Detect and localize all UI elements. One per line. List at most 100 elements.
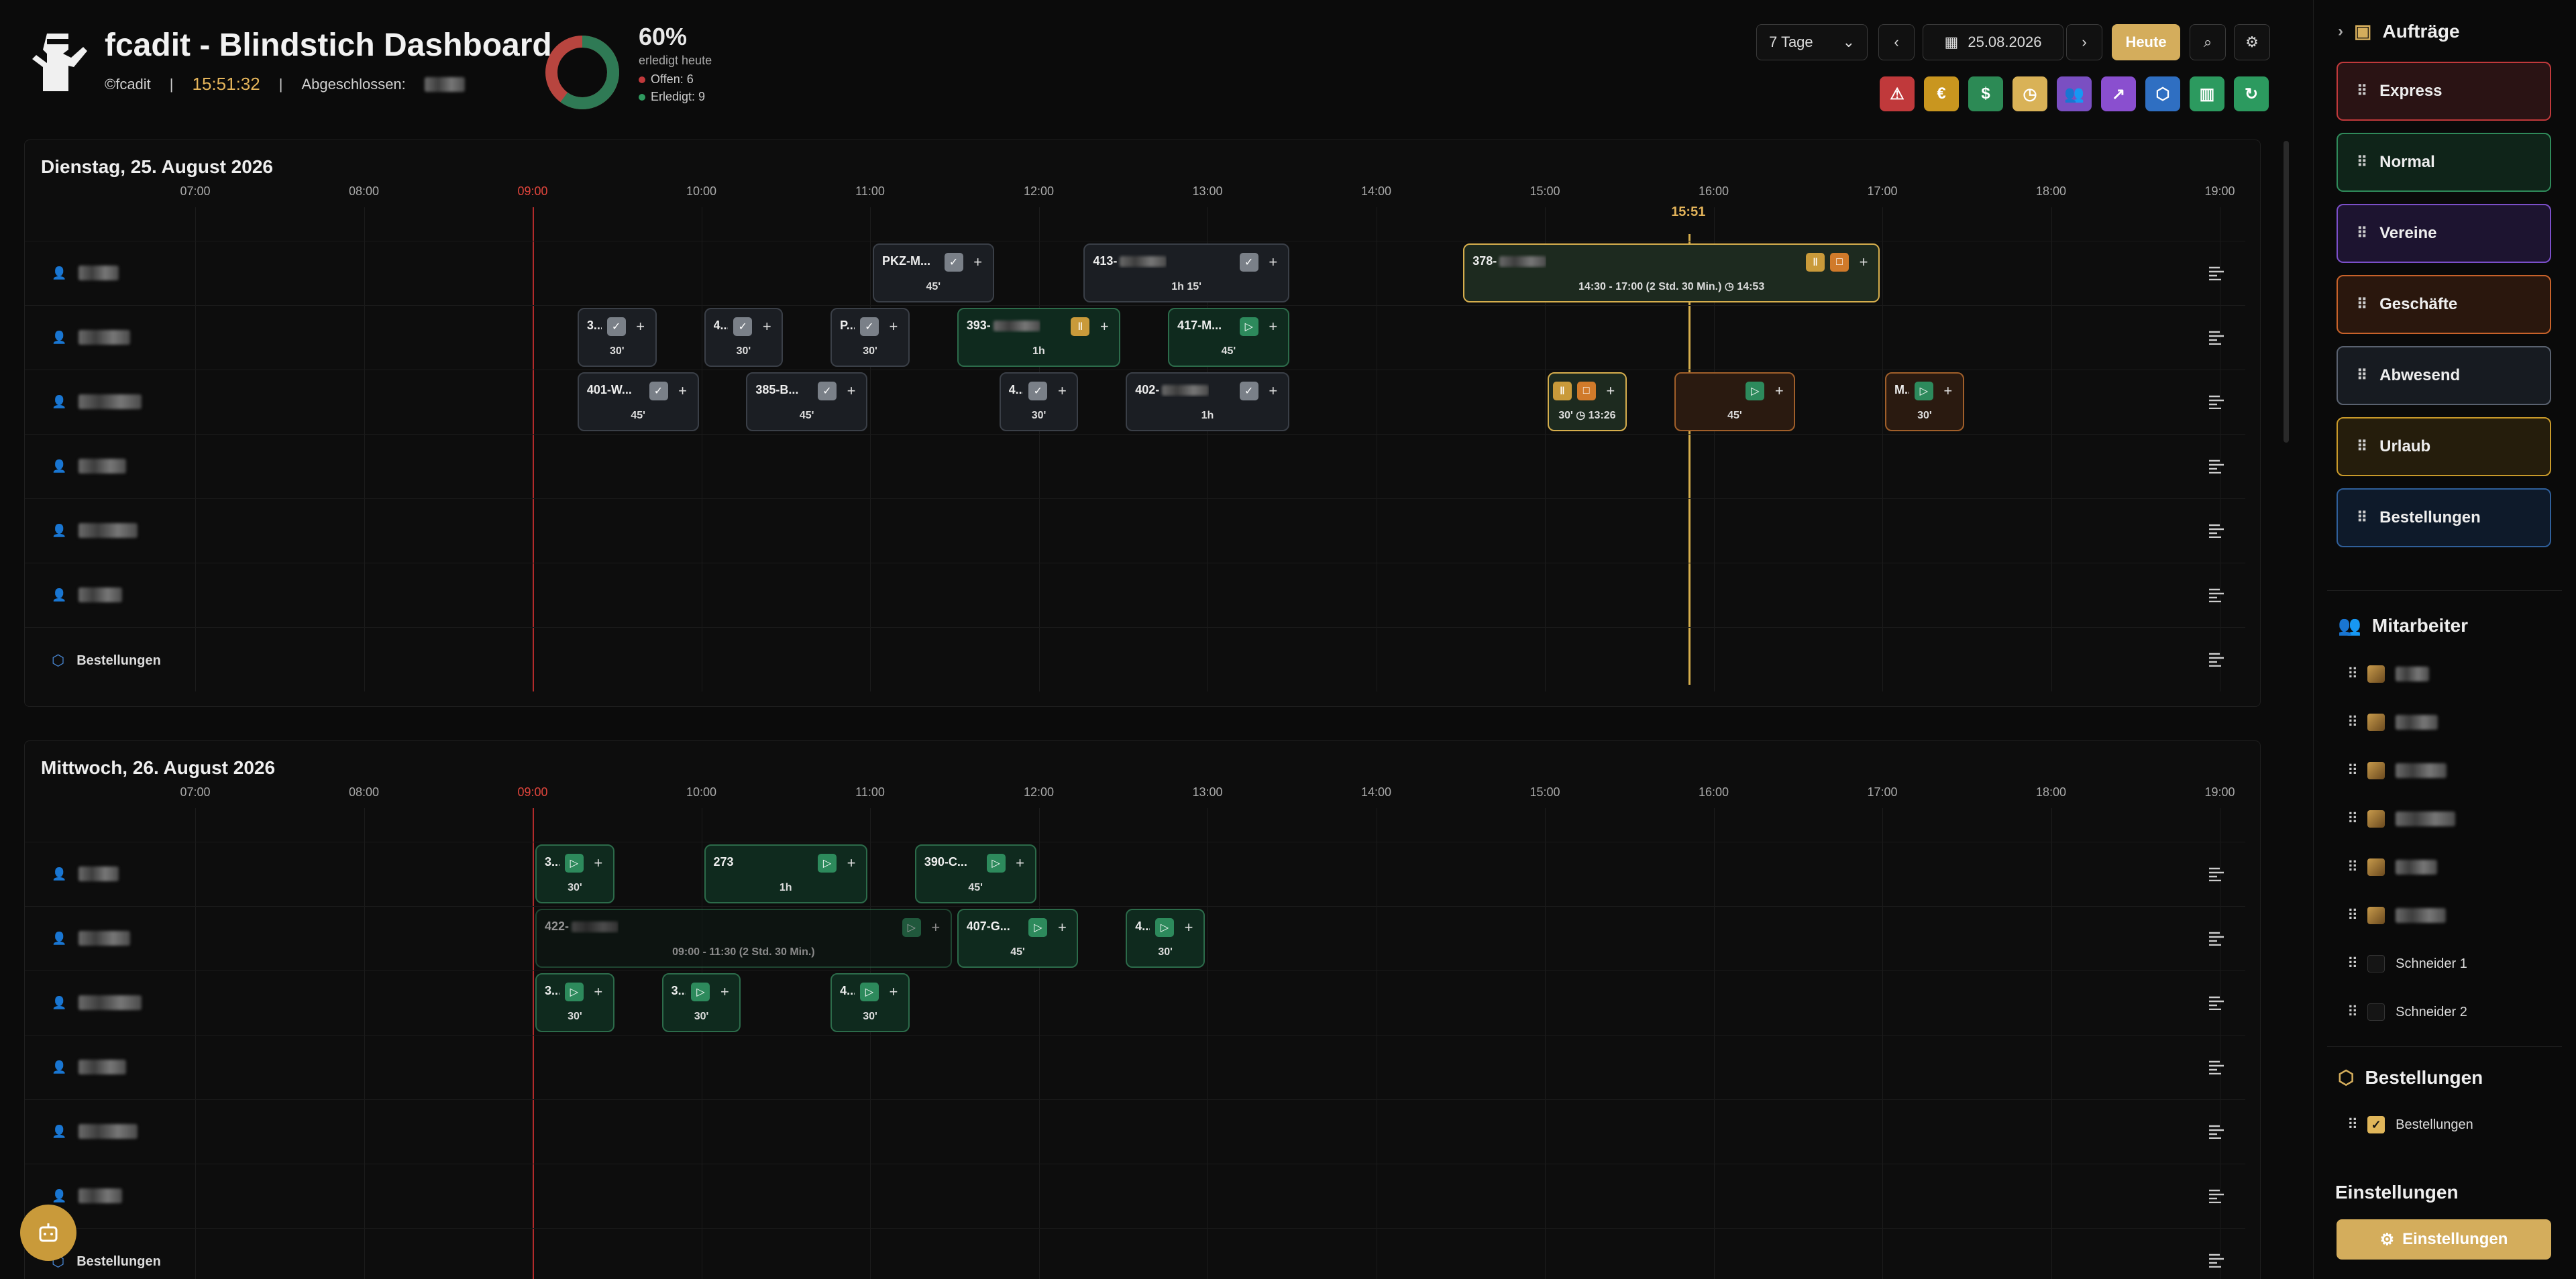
play-icon[interactable]: ▷ — [1914, 382, 1933, 400]
drag-handle-icon[interactable]: ⠿ — [2347, 1003, 2358, 1021]
play-icon[interactable]: ▷ — [1239, 317, 1258, 336]
play-icon[interactable]: ▷ — [986, 854, 1006, 873]
plus-icon[interactable]: + — [842, 382, 861, 400]
plus-icon[interactable]: + — [1264, 382, 1283, 400]
plus-icon[interactable]: + — [926, 918, 945, 937]
check-icon[interactable]: ✓ — [818, 382, 837, 400]
plus-icon[interactable]: + — [842, 854, 861, 873]
drag-handle-icon[interactable]: ⠿ — [2347, 714, 2358, 731]
order-card[interactable]: 3... + ▷ 30' — [535, 973, 614, 1032]
date-picker[interactable]: ▦ 25.08.2026 — [1923, 24, 2063, 60]
plus-icon[interactable]: + — [1939, 382, 1957, 400]
scrollbar[interactable] — [2284, 141, 2289, 443]
gantt-view-icon[interactable] — [2208, 394, 2226, 410]
drag-handle-icon[interactable]: ⠿ — [2357, 438, 2367, 455]
plus-icon[interactable]: + — [715, 983, 734, 1001]
category-vereine[interactable]: ⠿ Vereine — [2337, 204, 2551, 263]
staff-color-swatch[interactable] — [2367, 907, 2385, 924]
euro-filter-button[interactable]: € — [1924, 76, 1959, 111]
gantt-view-icon[interactable] — [2208, 931, 2226, 946]
pause-icon[interactable]: Ⅱ — [1806, 253, 1825, 272]
order-card[interactable]: + □ Ⅱ 30' ◷ 13:26 — [1548, 372, 1627, 431]
plus-icon[interactable]: + — [1179, 918, 1198, 937]
category-express[interactable]: ⠿ Express — [2337, 62, 2551, 121]
staff-color-swatch[interactable] — [2367, 665, 2385, 683]
check-icon[interactable]: ✓ — [944, 253, 963, 272]
plus-icon[interactable]: + — [631, 317, 650, 336]
category-bestellungen[interactable]: ⠿ Bestellungen — [2337, 488, 2551, 547]
play-icon[interactable]: ▷ — [1028, 918, 1048, 937]
order-card[interactable]: 417-M... + ▷ 45' — [1168, 308, 1289, 367]
dollar-filter-button[interactable]: $ — [1968, 76, 2003, 111]
category-normal[interactable]: ⠿ Normal — [2337, 133, 2551, 192]
users-filter-button[interactable]: 👥 — [2057, 76, 2092, 111]
orders-header[interactable]: › ▣ Aufträge — [2338, 20, 2460, 42]
play-icon[interactable]: ▷ — [564, 983, 584, 1001]
category-geschfte[interactable]: ⠿ Geschäfte — [2337, 275, 2551, 334]
order-card[interactable]: M... + ▷ 30' — [1885, 372, 1964, 431]
drag-handle-icon[interactable]: ⠿ — [2347, 762, 2358, 779]
plus-icon[interactable]: + — [589, 983, 608, 1001]
trend-filter-button[interactable]: ↗ — [2101, 76, 2136, 111]
check-icon[interactable]: ✓ — [733, 317, 753, 336]
plus-icon[interactable]: + — [1854, 253, 1873, 272]
category-urlaub[interactable]: ⠿ Urlaub — [2337, 417, 2551, 476]
order-card[interactable]: 273 + ▷ 1h — [704, 844, 867, 903]
order-card[interactable]: 402- + ✓ 1h — [1126, 372, 1289, 431]
plus-icon[interactable]: + — [1601, 382, 1620, 400]
today-button[interactable]: Heute — [2112, 24, 2180, 60]
plus-icon[interactable]: + — [1770, 382, 1788, 400]
order-card[interactable]: 4... + ▷ 30' — [1126, 909, 1205, 968]
range-select[interactable]: 7 Tage ⌄ — [1756, 24, 1868, 60]
order-card[interactable]: 401-W... + ✓ 45' — [577, 372, 699, 431]
staff-color-swatch[interactable] — [2367, 858, 2385, 876]
play-icon[interactable]: ▷ — [564, 854, 584, 873]
plus-icon[interactable]: + — [1053, 918, 1071, 937]
plus-icon[interactable]: + — [969, 253, 987, 272]
settings-open-button[interactable]: ⚙ Einstellungen — [2337, 1219, 2551, 1260]
plus-icon[interactable]: + — [1264, 253, 1283, 272]
plus-icon[interactable]: + — [1095, 317, 1114, 336]
order-card[interactable]: 378- + □ Ⅱ 14:30 - 17:00 (2 Std. 30 Min.) ◷ … — [1463, 243, 1880, 302]
check-icon[interactable]: ✓ — [1028, 382, 1048, 400]
plus-icon[interactable]: + — [589, 854, 608, 873]
plus-icon[interactable]: + — [1053, 382, 1071, 400]
plus-icon[interactable]: + — [757, 317, 776, 336]
order-card[interactable]: 413- + ✓ 1h 15' — [1083, 243, 1289, 302]
plus-icon[interactable]: + — [884, 317, 903, 336]
drag-handle-icon[interactable]: ⠿ — [2357, 367, 2367, 384]
gantt-view-icon[interactable] — [2208, 588, 2226, 603]
staff-item[interactable]: ⠿ — [2347, 810, 2456, 828]
drag-handle-icon[interactable]: ⠿ — [2357, 154, 2367, 171]
staff-item[interactable]: ⠿ — [2347, 858, 2438, 876]
next-day-button[interactable]: › — [2066, 24, 2102, 60]
stop-icon[interactable]: □ — [1576, 382, 1596, 400]
staff-item[interactable]: ⠿ — [2347, 907, 2447, 924]
drag-handle-icon[interactable]: ⠿ — [2347, 907, 2358, 924]
box-filter-button[interactable]: ⬡ — [2145, 76, 2180, 111]
gantt-view-icon[interactable] — [2208, 1253, 2226, 1268]
order-card[interactable]: 422- + ▷ 09:00 - 11:30 (2 Std. 30 Min.) — [535, 909, 952, 968]
stop-icon[interactable]: □ — [1830, 253, 1849, 272]
plus-icon[interactable]: + — [1011, 854, 1030, 873]
check-icon[interactable]: ✓ — [649, 382, 668, 400]
checkbox-icon[interactable] — [2367, 1003, 2385, 1021]
play-icon[interactable]: ▷ — [818, 854, 837, 873]
orders-toggle[interactable]: ⠿ ✓ Bestellungen — [2347, 1116, 2473, 1133]
category-abwesend[interactable]: ⠿ Abwesend — [2337, 346, 2551, 405]
check-icon[interactable]: ✓ — [1239, 382, 1258, 400]
play-icon[interactable]: ▷ — [1155, 918, 1174, 937]
gantt-view-icon[interactable] — [2208, 1060, 2226, 1075]
gantt-view-icon[interactable] — [2208, 266, 2226, 281]
plus-icon[interactable]: + — [1264, 317, 1283, 336]
play-icon[interactable]: ▷ — [691, 983, 710, 1001]
play-icon[interactable]: ▷ — [859, 983, 879, 1001]
staff-color-swatch[interactable] — [2367, 714, 2385, 731]
pause-icon[interactable]: Ⅱ — [1071, 317, 1090, 336]
gantt-view-icon[interactable] — [2208, 995, 2226, 1011]
drag-handle-icon[interactable]: ⠿ — [2357, 509, 2367, 526]
search-button[interactable]: ⌕ — [2190, 24, 2226, 60]
order-card[interactable]: 3... + ✓ 30' — [577, 308, 657, 367]
assistant-bot-button[interactable] — [20, 1205, 76, 1261]
order-card[interactable]: 4... + ▷ 30' — [830, 973, 910, 1032]
